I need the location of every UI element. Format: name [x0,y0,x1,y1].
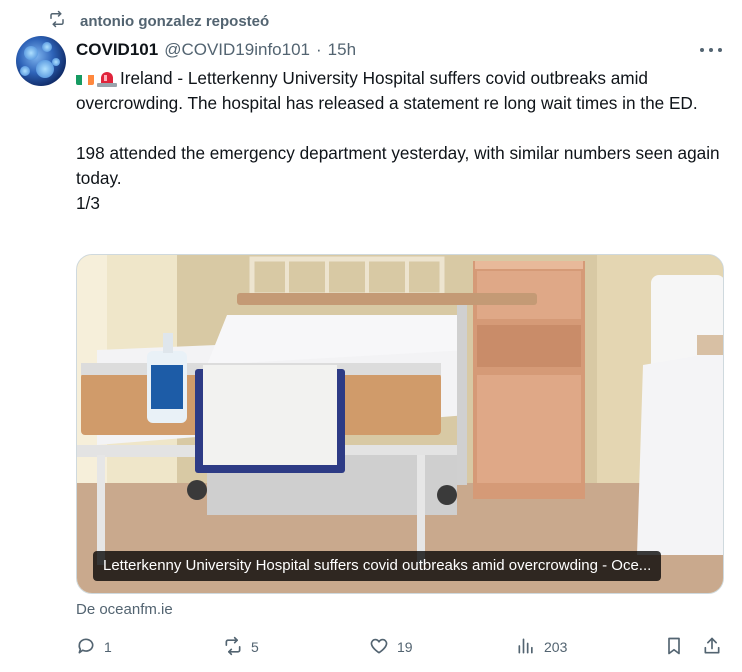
author-name[interactable]: COVID101 [76,40,158,60]
siren-emoji [96,69,118,87]
bookmark-button[interactable] [664,632,684,662]
more-options-button[interactable] [700,40,722,60]
reply-icon [76,636,96,659]
tweet-line-1: Ireland - Letterkenny University Hospita… [76,68,698,113]
avatar[interactable] [16,36,66,86]
like-button[interactable]: 19 [369,632,413,662]
repost-header[interactable]: antonio gonzalez reposteó [48,8,269,34]
bookmark-icon [664,636,684,659]
share-icon [702,636,722,659]
repost-action-icon [223,636,243,659]
card-caption[interactable]: Letterkenny University Hospital suffers … [93,551,662,581]
action-bar: 1 5 19 203 [70,632,730,662]
card-source[interactable]: De oceanfm.ie [76,601,173,618]
reply-count: 1 [104,639,112,655]
tweet-time[interactable]: 15h [328,40,356,60]
analytics-icon [516,636,536,659]
irish-flag-emoji [76,71,94,85]
repost-label[interactable]: antonio gonzalez reposteó [80,13,269,30]
hospital-bed-image [77,255,723,593]
tweet-paragraph-2: 198 attended the emergency department ye… [76,143,720,188]
repost-button[interactable]: 5 [223,632,259,662]
like-count: 19 [397,639,413,655]
tweet-text: Ireland - Letterkenny University Hospita… [76,66,726,216]
views-count: 203 [544,639,568,655]
reply-button[interactable]: 1 [76,632,112,662]
author-handle[interactable]: @COVID19info101 [164,40,310,60]
link-card[interactable]: Letterkenny University Hospital suffers … [76,254,724,594]
repost-icon [48,10,66,32]
views-button[interactable]: 203 [516,632,567,662]
separator-dot: · [315,40,322,59]
repost-count: 5 [251,639,259,655]
heart-icon [369,636,389,659]
share-button[interactable] [702,632,722,662]
tweet-paragraph-3: 1/3 [76,193,100,213]
tweet-paragraph-1: Ireland - Letterkenny University Hospita… [76,66,726,116]
tweet-header: COVID101 @COVID19info101 · 15h [76,39,356,61]
